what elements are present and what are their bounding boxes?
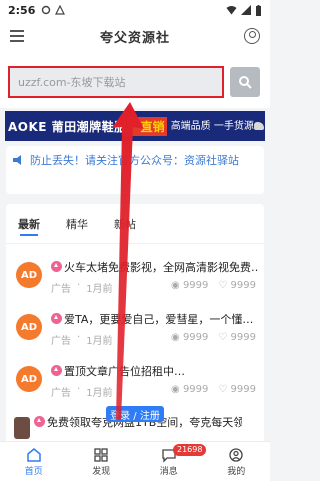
tab-latest[interactable]: 最新 <box>18 216 40 236</box>
search-placeholder: uzzf.com-东坡下载站 <box>18 76 126 89</box>
view-count: ◉ 9999 <box>171 332 209 343</box>
announcement-card[interactable]: 防止丢失！请关注官方公众号：资源社驿站 <box>6 146 264 194</box>
tab-discover-label: 发现 <box>92 466 111 477</box>
post-category: 广告 <box>51 336 71 347</box>
settings-status-icon <box>42 5 51 15</box>
discover-icon <box>94 447 108 462</box>
post-meta: 广告 · 1月前 ◉ 9999 ♡ 9999 <box>51 384 256 399</box>
banner-highlight-text: 厂直销 <box>126 116 167 136</box>
pinned-icon <box>34 416 45 427</box>
login-register-button[interactable]: 登录 / 注册 <box>106 406 164 422</box>
meta-separator: · <box>77 280 81 291</box>
post-meta: 广告 · 1月前 ◉ 9999 ♡ 9999 <box>51 332 256 347</box>
view-count: ◉ 9999 <box>171 384 209 395</box>
avatar: AD <box>16 262 42 288</box>
tab-featured[interactable]: 精华 <box>66 216 88 232</box>
home-icon <box>27 447 41 462</box>
eye-icon: ◉ <box>171 280 183 291</box>
status-notification-icons <box>41 5 66 15</box>
thumb-up-icon: ♡ <box>218 384 231 395</box>
wifi-icon <box>226 6 237 15</box>
user-profile-icon[interactable] <box>244 28 260 44</box>
tab-home[interactable]: 首页 <box>0 442 68 481</box>
list-item[interactable]: AD 置顶文章广告位招租中… 广告 · 1月前 ◉ 9999 ♡ 9999 <box>6 359 264 413</box>
announcement-text: 防止丢失！请关注官方公众号：资源社驿站 <box>30 154 239 167</box>
tab-profile-label: 我的 <box>227 466 246 477</box>
list-item[interactable]: AD 火车太堵免费影视，全网高清影视免费… 广告 · 1月前 ◉ 9999 ♡ … <box>6 255 264 309</box>
thumb-up-icon: ♡ <box>218 332 231 343</box>
post-title: 置顶文章广告位招租中… <box>64 365 185 378</box>
bottom-tab-bar: 首页 发现 消息 21698 我的 <box>0 441 270 481</box>
feed-tabs: 最新 精华 新帖 <box>6 204 264 244</box>
view-count: ◉ 9999 <box>171 280 209 291</box>
unread-badge: 21698 <box>173 444 207 456</box>
like-count[interactable]: ♡ 9999 <box>218 384 256 399</box>
pinned-icon <box>51 261 62 272</box>
post-category: 广告 <box>51 284 71 295</box>
avatar: AD <box>16 314 42 340</box>
post-time: 1月前 <box>86 336 113 347</box>
like-count[interactable]: ♡ 9999 <box>218 332 256 347</box>
pinned-icon <box>51 365 62 376</box>
app-bar: 夸父资源社 <box>0 20 270 52</box>
menu-icon[interactable] <box>10 28 24 42</box>
search-input[interactable]: uzzf.com-东坡下载站 <box>8 66 224 98</box>
post-category: 广告 <box>51 388 71 399</box>
tab-messages[interactable]: 消息 21698 <box>135 442 207 481</box>
tab-messages-label: 消息 <box>159 466 178 477</box>
eye-icon: ◉ <box>171 332 183 343</box>
tab-discover[interactable]: 发现 <box>68 442 136 481</box>
alert-status-icon <box>55 5 66 15</box>
tab-home-label: 首页 <box>24 466 43 477</box>
signal-icon <box>241 5 251 15</box>
status-bar: 2:56 <box>0 0 270 20</box>
list-item[interactable]: AD 爱TA，更要爱自己，爱彗星，一个懂… 广告 · 1月前 ◉ 9999 ♡ … <box>6 307 264 361</box>
post-meta: 广告 · 1月前 ◉ 9999 ♡ 9999 <box>51 280 256 295</box>
status-right <box>226 4 262 16</box>
post-time: 1月前 <box>86 284 113 295</box>
avatar: AD <box>16 366 42 392</box>
post-thumbnail <box>14 417 30 439</box>
ad-banner[interactable]: AOKE 莆田潮牌鞋服 厂直销 高端品质 一手货源 <box>5 111 265 141</box>
battery-icon <box>256 4 261 16</box>
status-time: 2:56 <box>8 3 36 17</box>
post-title: 火车太堵免费影视，全网高清影视免费… <box>64 261 259 274</box>
like-count[interactable]: ♡ 9999 <box>218 280 256 295</box>
tab-profile[interactable]: 我的 <box>203 442 271 481</box>
search-icon <box>239 76 252 89</box>
profile-icon <box>229 447 243 462</box>
meta-separator: · <box>77 332 81 343</box>
thumb-up-icon: ♡ <box>218 280 231 291</box>
search-button[interactable] <box>230 67 260 97</box>
announcement-icon <box>13 155 21 165</box>
post-title: 爱TA，更要爱自己，爱彗星，一个懂… <box>64 313 254 326</box>
banner-shoe-images <box>253 122 265 130</box>
eye-icon: ◉ <box>171 384 183 395</box>
pinned-icon <box>51 313 62 324</box>
tab-new-posts[interactable]: 新帖 <box>114 216 136 232</box>
post-time: 1月前 <box>86 388 113 399</box>
meta-separator: · <box>77 384 81 395</box>
banner-main-text: AOKE 莆田潮牌鞋服 <box>8 119 127 134</box>
banner-side-text: 高端品质 一手货源 <box>170 120 254 132</box>
page-title: 夸父资源社 <box>99 30 170 46</box>
